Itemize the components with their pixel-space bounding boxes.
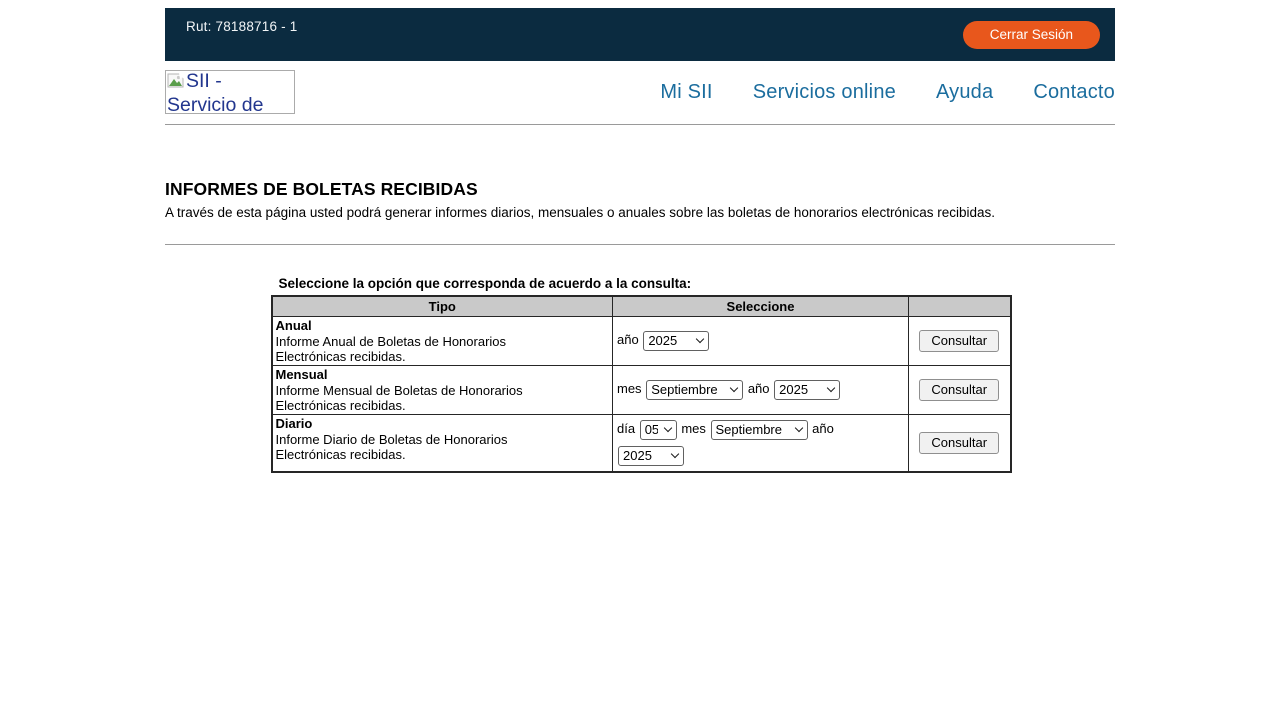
nav-link-servicios-online[interactable]: Servicios online bbox=[753, 81, 896, 104]
table-row-mensual: Mensual Informe Mensual de Boletas de Ho… bbox=[272, 365, 1011, 414]
nav-link-ayuda[interactable]: Ayuda bbox=[936, 81, 993, 104]
site-header: SII - Servicio de Mi SII Servicios onlin… bbox=[165, 70, 1115, 114]
year-select-mensual[interactable]: 2025 bbox=[774, 380, 840, 400]
day-select-diario[interactable]: 05 bbox=[640, 420, 677, 440]
main-nav: Mi SII Servicios online Ayuda Contacto bbox=[660, 81, 1115, 104]
consultar-button-diario[interactable]: Consultar bbox=[919, 432, 999, 454]
controls-diario: día 05 mes Septiembre año 2025 bbox=[617, 421, 834, 462]
month-select-diario[interactable]: Septiembre bbox=[711, 420, 808, 440]
year-label: año bbox=[812, 421, 834, 436]
report-description-mensual: Informe Mensual de Boletas de Honorarios… bbox=[276, 383, 576, 413]
table-row-diario: Diario Informe Diario de Boletas de Hono… bbox=[272, 414, 1011, 472]
year-label: año bbox=[748, 381, 770, 396]
nav-link-mi-sii[interactable]: Mi SII bbox=[660, 81, 712, 104]
report-table-section: Seleccione la opción que corresponda de … bbox=[271, 276, 1010, 473]
month-label: mes bbox=[617, 381, 642, 396]
rut-label: Rut: 78188716 - 1 bbox=[186, 19, 297, 34]
header-divider bbox=[165, 124, 1115, 125]
header-action bbox=[909, 296, 1011, 316]
report-type-diario: Diario bbox=[276, 416, 610, 432]
year-label: año bbox=[617, 332, 639, 347]
session-topbar: Rut: 78188716 - 1 Cerrar Sesión bbox=[165, 8, 1115, 61]
sii-logo-broken-image[interactable]: SII - Servicio de bbox=[165, 70, 295, 114]
logout-button[interactable]: Cerrar Sesión bbox=[963, 21, 1100, 49]
table-caption: Seleccione la opción que corresponda de … bbox=[279, 276, 1010, 291]
page-container: Rut: 78188716 - 1 Cerrar Sesión SII - Se… bbox=[165, 8, 1115, 473]
consultar-button-mensual[interactable]: Consultar bbox=[919, 379, 999, 401]
nav-link-contacto[interactable]: Contacto bbox=[1033, 81, 1115, 104]
consultar-button-anual[interactable]: Consultar bbox=[919, 330, 999, 352]
month-label: mes bbox=[681, 421, 706, 436]
report-type-mensual: Mensual bbox=[276, 367, 610, 383]
page-title: INFORMES DE BOLETAS RECIBIDAS bbox=[165, 179, 1115, 200]
page-intro: A través de esta página usted podrá gene… bbox=[165, 205, 1115, 220]
month-select-mensual[interactable]: Septiembre bbox=[646, 380, 743, 400]
header-seleccione: Seleccione bbox=[613, 296, 909, 316]
controls-mensual: mes Septiembre año 2025 bbox=[617, 381, 841, 396]
table-row-anual: Anual Informe Anual de Boletas de Honora… bbox=[272, 316, 1011, 365]
header-tipo: Tipo bbox=[272, 296, 613, 316]
controls-anual: año 2025 bbox=[617, 332, 710, 347]
section-divider bbox=[165, 244, 1115, 245]
report-table: Tipo Seleccione Anual Informe Anual de B… bbox=[271, 295, 1012, 473]
table-header-row: Tipo Seleccione bbox=[272, 296, 1011, 316]
day-label: día bbox=[617, 421, 635, 436]
year-select-anual[interactable]: 2025 bbox=[643, 331, 709, 351]
report-description-diario: Informe Diario de Boletas de Honorarios … bbox=[276, 432, 576, 462]
report-type-anual: Anual bbox=[276, 318, 610, 334]
year-select-diario[interactable]: 2025 bbox=[618, 446, 684, 466]
report-description-anual: Informe Anual de Boletas de Honorarios E… bbox=[276, 334, 576, 364]
broken-image-icon bbox=[167, 73, 185, 95]
